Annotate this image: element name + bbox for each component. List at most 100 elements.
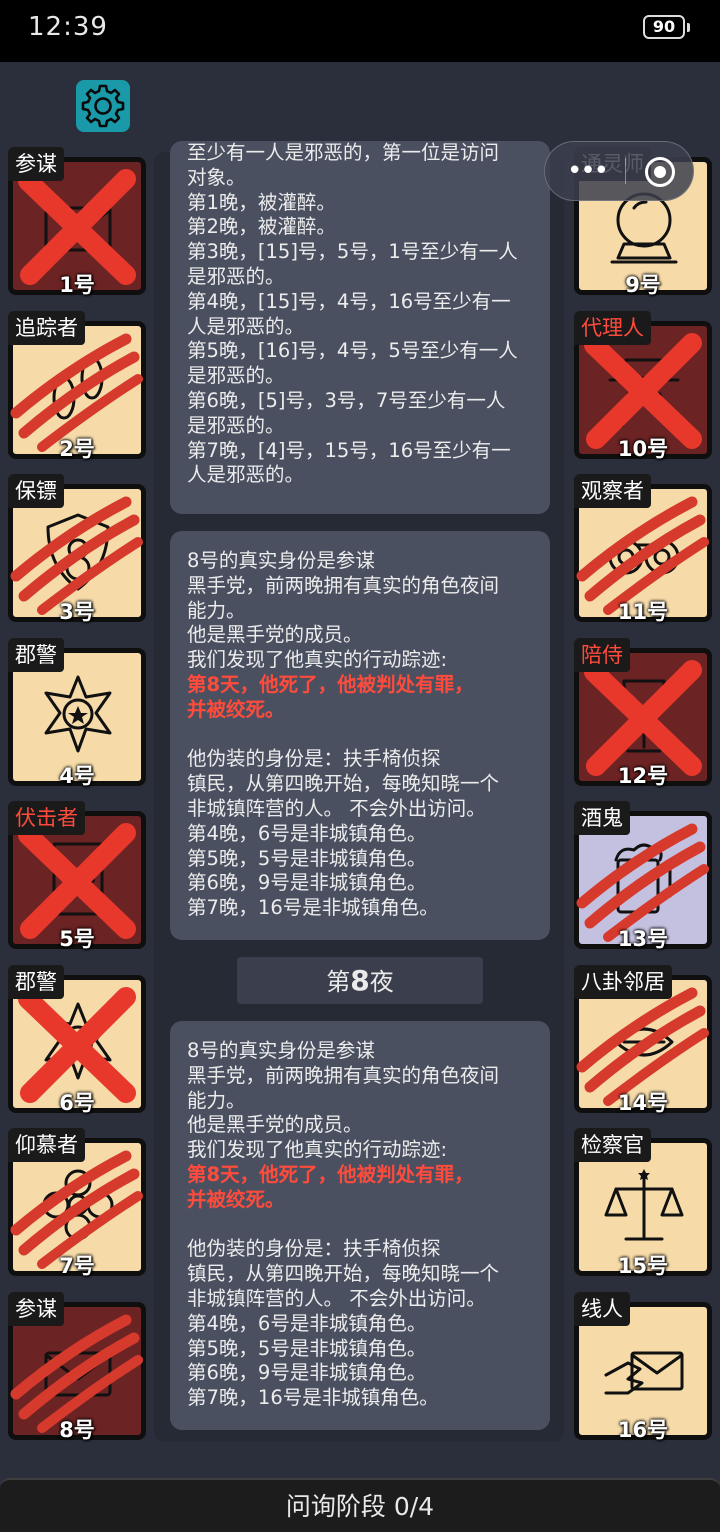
log-line: 第4晚，6号是非城镇角色。 <box>187 821 427 845</box>
more-dots-icon[interactable]: ••• <box>567 156 609 186</box>
seat-number: 16号 <box>617 1417 669 1442</box>
info-card-2: 8号的真实身份是参谋 黑手党，前两晚拥有真实的角色夜间 能力。 他是黑手党的成员。 我们… <box>170 531 550 940</box>
log-line: 非城镇阵营的人。 不会外出访问。 <box>187 1286 486 1310</box>
role-label: 伏击者 <box>8 801 85 835</box>
log-line: 对象。 <box>187 165 246 189</box>
player-seat-5号[interactable]: 伏击者 5号 <box>8 801 146 951</box>
night-number: 8 <box>350 964 370 997</box>
log-line: 第5晚，[16]号，4号，5号至少有一人 <box>187 339 518 363</box>
player-seat-14号[interactable]: 八卦邻居 14号 <box>574 964 712 1115</box>
seat-number: 1号 <box>59 273 95 297</box>
player-seat-10号[interactable]: 代理人 10号 <box>574 310 712 461</box>
log-line: 第3晚，[15]号，5号，1号至少有一人 <box>187 240 518 264</box>
log-line: 能力。 <box>187 598 246 622</box>
log-line: 是邪恶的。 <box>187 364 285 388</box>
status-bar: 12:39 90 <box>0 0 720 62</box>
status-time: 12:39 <box>28 12 108 42</box>
role-label: 八卦邻居 <box>574 964 672 999</box>
log-line: 能力。 <box>187 1088 246 1112</box>
role-label: 陪侍 <box>574 637 630 672</box>
role-label: 追踪者 <box>8 310 85 345</box>
log-line: 人是邪恶的。 <box>187 463 305 487</box>
log-line: 第4晚，[15]号，4号，16号至少有一 <box>187 289 511 313</box>
role-label: 郡警 <box>8 637 64 672</box>
seat-number: 3号 <box>59 600 95 624</box>
alert-line: 并被绞死。 <box>187 697 285 721</box>
player-seat-1号[interactable]: 参谋 1号 <box>8 147 146 297</box>
player-seat-2号[interactable]: 追踪者 2号 <box>8 310 146 461</box>
log-line: 第4晚，6号是非城镇角色。 <box>187 1311 427 1335</box>
player-seat-8号[interactable]: 参谋 8号 <box>8 1291 146 1442</box>
log-line: 8号的真实身份是参谋 <box>187 1039 375 1062</box>
hand-letter-icon <box>604 1351 684 1394</box>
log-line: 第2晚，被灌醉。 <box>187 215 336 239</box>
log-line: 第5晚，5号是非城镇角色。 <box>187 846 427 870</box>
log-line: 8号的真实身份是参谋 <box>187 549 375 572</box>
player-seat-16号[interactable]: 线人 16号 <box>574 1291 712 1442</box>
role-label: 检察官 <box>574 1128 651 1162</box>
log-line: 他伪装的身份是：扶手椅侦探 <box>187 747 441 771</box>
player-seat-3号[interactable]: 保镖 3号 <box>8 474 146 624</box>
player-seat-15号[interactable]: 检察官 15号 <box>574 1128 712 1278</box>
info-card-3: 8号的真实身份是参谋 黑手党，前两晚拥有真实的角色夜间 能力。 他是黑手党的成员。 我们… <box>170 1021 550 1430</box>
log-line: 第6晚，[5]号，3号，7号至少有一人 <box>187 388 506 412</box>
seat-number: 14号 <box>617 1090 669 1115</box>
player-seat-12号[interactable]: 陪侍 12号 <box>574 637 712 788</box>
log-line: 黑手党，前两晚拥有真实的角色夜间 <box>187 1063 500 1087</box>
log-line: 是邪恶的。 <box>187 413 285 437</box>
record-circle-icon[interactable] <box>645 157 675 187</box>
log-line: 镇民，从第四晚开始，每晚知晓一个 <box>187 772 500 796</box>
log-line: 第6晚，9号是非城镇角色。 <box>187 1361 427 1385</box>
role-label: 参谋 <box>8 1291 64 1326</box>
log-line: 人是邪恶的。 <box>187 314 305 338</box>
role-label: 观察者 <box>574 474 651 508</box>
gear-icon <box>81 84 125 128</box>
player-seat-4号[interactable]: 郡警 4号 <box>8 637 146 788</box>
player-seat-13号[interactable]: 酒鬼 13号 <box>574 801 712 951</box>
player-seat-7号[interactable]: 仰慕者 7号 <box>8 1128 146 1278</box>
player-seat-6号[interactable]: 郡警 6号 <box>8 964 146 1115</box>
settings-button[interactable] <box>76 80 130 132</box>
night-divider: 第8夜 <box>237 957 483 1004</box>
seat-number: 5号 <box>59 927 95 951</box>
seat-number: 6号 <box>59 1090 95 1115</box>
log-line: 第7晚，[4]号，15号，16号至少有一 <box>187 438 511 462</box>
game-screen: 12:39 90 至少有一人是邪恶的，第一位是访问 对象。 第1晚，被灌醉。 第2晚，… <box>0 0 720 1532</box>
battery-indicator: 90 <box>643 15 690 39</box>
seat-number: 12号 <box>617 763 669 788</box>
log-line: 我们发现了他真实的行动踪迹: <box>187 1138 448 1162</box>
alert-line: 并被绞死。 <box>187 1187 285 1211</box>
info-card-1: 至少有一人是邪恶的，第一位是访问 对象。 第1晚，被灌醉。 第2晚，被灌醉。 第3晚，[… <box>170 141 550 514</box>
log-line: 第7晚，16号是非城镇角色。 <box>187 896 439 920</box>
role-label: 代理人 <box>574 310 651 345</box>
log-line: 他伪装的身份是：扶手椅侦探 <box>187 1237 441 1261</box>
role-label: 参谋 <box>8 147 64 181</box>
log-line: 镇民，从第四晚开始，每晚知晓一个 <box>187 1262 500 1286</box>
log-line: 是邪恶的。 <box>187 264 285 288</box>
seat-number: 2号 <box>59 436 95 461</box>
night-suffix: 夜 <box>369 968 394 996</box>
mini-program-capsule[interactable]: ••• <box>544 141 694 201</box>
log-line: 非城镇阵营的人。 不会外出访问。 <box>187 796 486 820</box>
log-line: 我们发现了他真实的行动踪迹: <box>187 648 448 672</box>
inquiry-phase-label: 问询阶段 0/4 <box>285 1492 435 1521</box>
log-line: 他是黑手党的成员。 <box>187 623 363 647</box>
role-label: 郡警 <box>8 964 64 999</box>
role-label: 保镖 <box>8 474 64 508</box>
log-line: 第6晚，9号是非城镇角色。 <box>187 871 427 895</box>
alert-line: 第8天，他死了，他被判处有罪， <box>187 1162 474 1186</box>
seat-number: 4号 <box>59 763 95 788</box>
seat-number: 7号 <box>59 1254 95 1278</box>
log-line: 他是黑手党的成员。 <box>187 1113 363 1137</box>
log-line: 黑手党，前两晚拥有真实的角色夜间 <box>187 573 500 597</box>
seat-number: 15号 <box>617 1254 669 1278</box>
seat-number: 13号 <box>617 927 669 951</box>
sheriff-star-icon <box>44 675 112 752</box>
inquiry-phase-bar[interactable]: 问询阶段 0/4 <box>0 1478 720 1532</box>
player-seat-11号[interactable]: 观察者 11号 <box>574 474 712 624</box>
role-label: 酒鬼 <box>574 801 630 835</box>
alert-line: 第8天，他死了，他被判处有罪， <box>187 672 474 696</box>
log-line: 第1晚，被灌醉。 <box>187 190 336 214</box>
